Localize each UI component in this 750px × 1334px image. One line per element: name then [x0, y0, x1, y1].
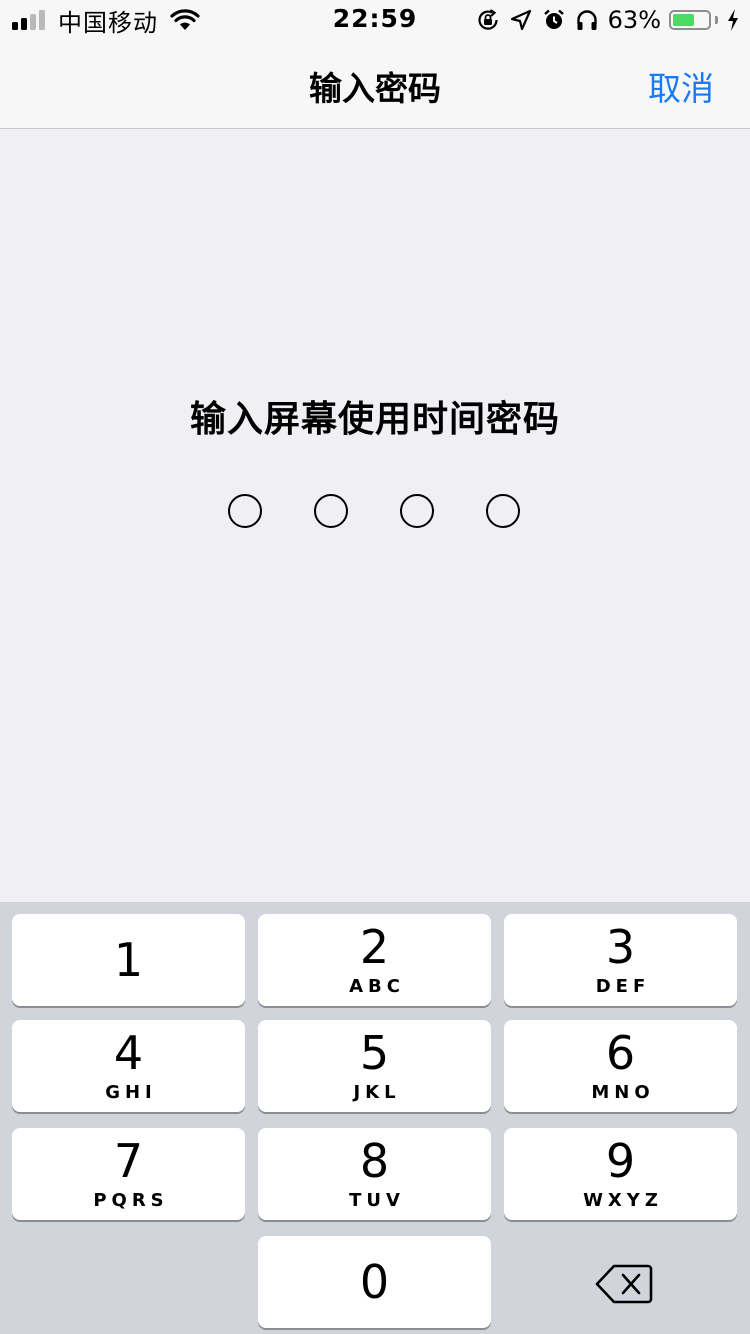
- key-digit: 5: [359, 1026, 390, 1080]
- passcode-dot: [228, 494, 262, 528]
- key-letters: PQRS: [93, 1190, 169, 1211]
- key-digit: 1: [113, 933, 144, 987]
- key-1[interactable]: 1: [12, 914, 245, 1006]
- key-2[interactable]: 2 ABC: [258, 914, 491, 1006]
- charging-bolt-icon: [728, 9, 738, 31]
- battery-cap: [715, 16, 718, 24]
- key-7[interactable]: 7 PQRS: [12, 1128, 245, 1220]
- key-9[interactable]: 9 WXYZ: [504, 1128, 737, 1220]
- key-5[interactable]: 5 JKL: [258, 1020, 491, 1112]
- status-right: 63%: [476, 6, 740, 34]
- key-letters: ABC: [349, 976, 405, 997]
- key-letters: JKL: [353, 1082, 401, 1103]
- key-4[interactable]: 4 GHI: [12, 1020, 245, 1112]
- cancel-button[interactable]: 取消: [648, 62, 714, 110]
- key-digit: 6: [605, 1026, 636, 1080]
- key-0[interactable]: 0: [258, 1236, 491, 1328]
- battery-level: [673, 14, 694, 26]
- key-digit: 4: [113, 1026, 144, 1080]
- passcode-dot: [486, 494, 520, 528]
- key-letters: DEF: [595, 976, 651, 997]
- key-digit: 0: [359, 1255, 390, 1309]
- orientation-lock-icon: [478, 9, 498, 30]
- key-8[interactable]: 8 TUV: [258, 1128, 491, 1220]
- passcode-dots: [0, 494, 750, 534]
- battery-percent: 63%: [607, 6, 661, 34]
- page-title: 输入密码: [309, 69, 441, 108]
- delete-backspace-icon: [595, 1264, 653, 1304]
- key-letters: TUV: [349, 1190, 405, 1211]
- navigation-bar: 输入密码 取消: [0, 40, 750, 129]
- location-icon: [510, 9, 531, 31]
- passcode-dot: [400, 494, 434, 528]
- key-digit: 9: [605, 1134, 636, 1188]
- numeric-keypad: 1 2 ABC 3 DEF 4 GHI 5 JKL 6 MNO 7 PQRS 8…: [0, 902, 750, 1334]
- delete-button[interactable]: [594, 1262, 654, 1306]
- key-letters: GHI: [105, 1082, 157, 1103]
- key-3[interactable]: 3 DEF: [504, 914, 737, 1006]
- key-digit: 2: [359, 920, 390, 974]
- passcode-prompt: 输入屏幕使用时间密码: [189, 399, 560, 440]
- key-digit: 7: [113, 1134, 144, 1188]
- status-bar: 中国移动 22:59 63%: [0, 0, 750, 40]
- passcode-dot: [314, 494, 348, 528]
- key-6[interactable]: 6 MNO: [504, 1020, 737, 1112]
- alarm-icon: [543, 9, 564, 29]
- key-digit: 8: [359, 1134, 390, 1188]
- key-letters: WXYZ: [583, 1190, 663, 1211]
- battery-icon: [669, 10, 711, 30]
- headphones-icon: [576, 10, 597, 30]
- key-letters: MNO: [591, 1082, 655, 1103]
- key-digit: 3: [605, 920, 636, 974]
